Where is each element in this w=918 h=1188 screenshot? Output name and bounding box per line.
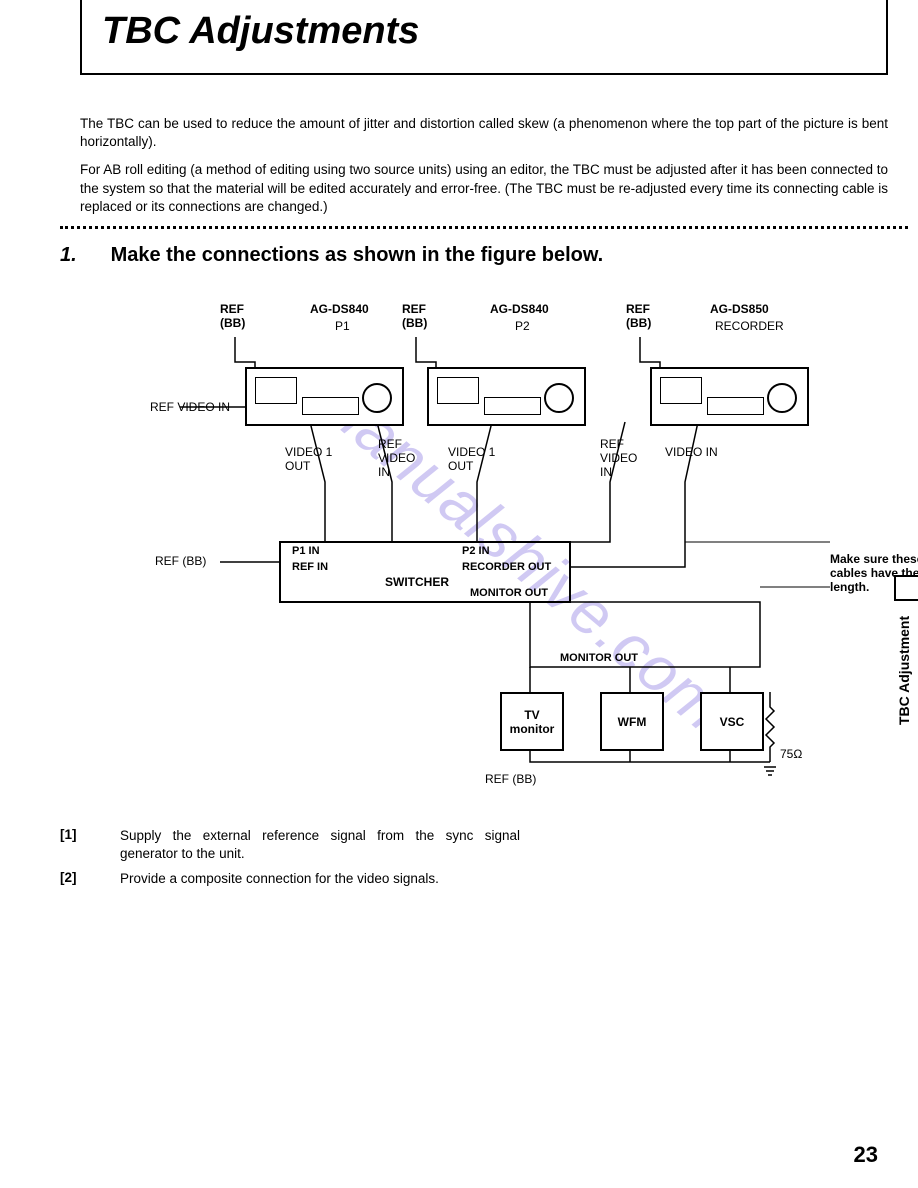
ref-video-in-2: REF VIDEO IN <box>600 437 637 479</box>
monitor-out-2: MONITOR OUT <box>560 652 638 664</box>
note-row: [1] Supply the external reference signal… <box>60 827 888 863</box>
side-tab-box <box>894 575 918 601</box>
deck1-role: P1 <box>335 319 350 333</box>
step-heading: 1. Make the connections as shown in the … <box>60 244 888 267</box>
ref-bb-left: REF (BB) <box>155 554 206 568</box>
deck2-model: AG-DS840 <box>490 302 549 316</box>
p1-in: P1 IN <box>292 545 320 557</box>
side-tab: TBC Adjustment <box>890 600 918 740</box>
page-title: TBC Adjustments <box>102 10 866 53</box>
intro-paragraph-2: For AB roll editing (a method of editing… <box>80 161 888 216</box>
notes-list: [1] Supply the external reference signal… <box>60 827 888 888</box>
video1-out-2: VIDEO 1 OUT <box>448 445 495 473</box>
ref-bb-3: REF (BB) <box>626 302 651 330</box>
deck2-role: P2 <box>515 319 530 333</box>
note-number: [2] <box>60 870 120 885</box>
terminator-label: 75Ω <box>780 747 802 761</box>
ref-video-in-1: REF VIDEO IN <box>378 437 415 479</box>
switcher-label: SWITCHER <box>385 575 449 589</box>
connection-diagram: manualshive.com <box>130 287 910 817</box>
note-text: Provide a composite connection for the v… <box>120 870 520 888</box>
deck3-model: AG-DS850 <box>710 302 769 316</box>
page: TBC Adjustments The TBC can be used to r… <box>0 0 918 1188</box>
note-text: Supply the external reference signal fro… <box>120 827 520 863</box>
tv-monitor-box: TV monitor <box>500 692 564 751</box>
monitor-out-1: MONITOR OUT <box>470 587 548 599</box>
ref-bb-1: REF (BB) <box>220 302 245 330</box>
step-text: Make the connections as shown in the fig… <box>111 244 604 266</box>
recorder-out: RECORDER OUT <box>462 561 551 573</box>
deck-2 <box>427 367 586 426</box>
deck-3 <box>650 367 809 426</box>
vsc-box: VSC <box>700 692 764 751</box>
title-box: TBC Adjustments <box>80 0 888 75</box>
ref-in: REF IN <box>292 561 328 573</box>
video-in-label: VIDEO IN <box>665 445 718 459</box>
dotted-divider <box>60 226 908 229</box>
deck1-model: AG-DS840 <box>310 302 369 316</box>
wfm-box: WFM <box>600 692 664 751</box>
video1-out-1: VIDEO 1 OUT <box>285 445 332 473</box>
note-row: [2] Provide a composite connection for t… <box>60 870 888 888</box>
ref-bb-2: REF (BB) <box>402 302 427 330</box>
note-number: [1] <box>60 827 120 842</box>
p2-in: P2 IN <box>462 545 490 557</box>
intro-paragraph-1: The TBC can be used to reduce the amount… <box>80 115 888 151</box>
page-number: 23 <box>854 1142 878 1168</box>
step-number: 1. <box>60 244 105 267</box>
ref-video-in-label: REF VIDEO IN <box>150 400 230 414</box>
ref-bb-bottom: REF (BB) <box>485 772 536 786</box>
deck3-role: RECORDER <box>715 319 784 333</box>
deck-1 <box>245 367 404 426</box>
